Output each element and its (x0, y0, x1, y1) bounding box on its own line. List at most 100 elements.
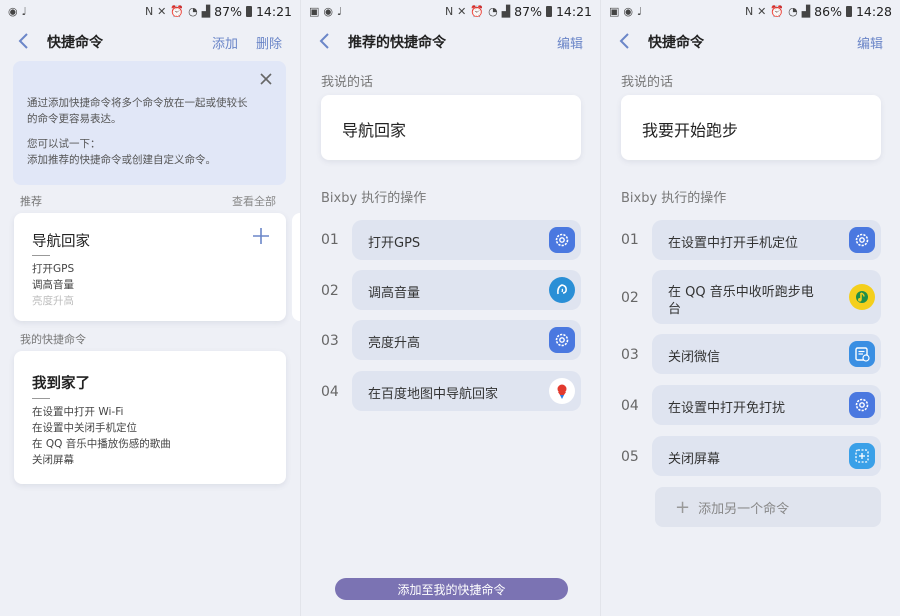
action-item[interactable]: 在设置中打开免打扰 (652, 385, 881, 425)
status-notification-icons: ◉ ♩ (8, 5, 27, 18)
bixby-actions-label: Bixby 执行的操作 (321, 191, 427, 206)
battery-icon (545, 5, 552, 17)
action-number: 01 (321, 232, 339, 248)
card-line: 在 QQ 音乐中播放伤感的歌曲 (32, 438, 171, 450)
recommended-shortcut-card[interactable]: 导航回家 打开GPS 调高音量 亮度升高 (14, 213, 286, 321)
mute-icon: ✕ (157, 4, 167, 18)
bixby-icon (549, 277, 575, 303)
status-bar: ▣ ◉ ♩ N ✕ ⏰ ◔ ▟ 87% 14:21 (301, 0, 600, 22)
app-bar: 快捷命令 编辑 (601, 26, 900, 56)
see-all-link[interactable]: 查看全部 (232, 193, 276, 209)
action-text: 调高音量 (368, 286, 421, 301)
action-text: 关闭微信 (668, 350, 721, 365)
next-card-peek (292, 213, 300, 321)
action-number: 04 (621, 398, 639, 414)
action-number: 04 (321, 384, 339, 400)
info-text-line3: 您可以试一下： (27, 138, 101, 150)
gallery-icon: ▣ (609, 4, 620, 18)
say-phrase-card[interactable]: 导航回家 (321, 95, 581, 160)
battery-icon (245, 5, 252, 17)
mic-icon: ♩ (21, 4, 27, 18)
my-shortcut-card[interactable]: 我到家了 在设置中打开 Wi-Fi 在设置中关闭手机定位 在 QQ 音乐中播放伤… (14, 351, 286, 484)
delete-button[interactable]: 删除 (256, 33, 282, 52)
clock: 14:21 (555, 3, 592, 19)
nfc-icon: N (744, 4, 754, 18)
nfc-icon: N (144, 4, 154, 18)
clock: 14:21 (255, 3, 292, 19)
app-bar: 快捷命令 添加 删除 (0, 26, 300, 56)
action-text-continued: 台 (668, 302, 682, 317)
info-text-line4: 添加推荐的快捷命令或创建自定义命令。 (27, 154, 216, 166)
signal-icon: ▟ (801, 4, 811, 18)
action-text: 在设置中打开免打扰 (668, 401, 786, 416)
action-number: 03 (321, 333, 339, 349)
alarm-icon: ⏰ (170, 4, 185, 18)
say-label: 我说的话 (321, 75, 374, 90)
card-title: 导航回家 (32, 234, 90, 250)
back-arrow-icon[interactable] (315, 28, 335, 54)
action-number: 02 (621, 290, 639, 306)
status-bar: ▣ ◉ ♩ N ✕ ⏰ ◔ ▟ 86% 14:28 (601, 0, 900, 22)
action-text: 在设置中打开手机定位 (668, 236, 799, 251)
action-text: 打开GPS (368, 236, 421, 251)
card-divider (32, 255, 50, 256)
action-item[interactable]: 在设置中打开手机定位 (652, 220, 881, 260)
gallery-icon: ▣ (309, 4, 320, 18)
notification-icon: ◉ (323, 4, 334, 18)
plus-icon: + (675, 496, 691, 518)
status-bar: ◉ ♩ N ✕ ⏰ ◔ ▟ 87% 14:21 (0, 0, 300, 22)
plus-icon[interactable] (252, 227, 270, 245)
add-another-command-label: 添加另一个命令 (698, 501, 790, 517)
card-line: 打开GPS (32, 263, 75, 275)
mute-icon: ✕ (457, 4, 467, 18)
action-item[interactable]: 在百度地图中导航回家 (352, 371, 581, 411)
action-item[interactable]: 关闭屏幕 (652, 436, 881, 476)
card-line: 在设置中打开 Wi-Fi (32, 406, 124, 418)
battery-percent: 87% (514, 3, 542, 19)
card-line: 调高音量 (32, 279, 74, 291)
edit-button[interactable]: 编辑 (857, 33, 883, 52)
edit-button[interactable]: 编辑 (557, 33, 583, 52)
page-title: 快捷命令 (47, 35, 103, 51)
add-button[interactable]: 添加 (212, 33, 238, 52)
add-another-command-button[interactable]: + 添加另一个命令 (655, 487, 881, 527)
settings-icon (849, 392, 875, 418)
info-text-line2: 的命令更容易表达。 (27, 113, 122, 125)
nfc-icon: N (444, 4, 454, 18)
action-number: 01 (621, 232, 639, 248)
info-card: 通过添加快捷命令将多个命令放在一起或使较长 的命令更容易表达。 您可以试一下： … (13, 61, 286, 185)
notification-icon: ◉ (623, 4, 634, 18)
screen-off-icon (849, 443, 875, 469)
action-number: 03 (621, 347, 639, 363)
action-text: 在 QQ 音乐中收听跑步电 (668, 285, 814, 300)
action-item[interactable]: 调高音量 (352, 270, 581, 310)
add-to-my-shortcuts-button[interactable]: 添加至我的快捷命令 (335, 578, 568, 600)
page-title: 推荐的快捷命令 (348, 35, 446, 51)
page-title: 快捷命令 (648, 35, 704, 51)
bixby-actions-label: Bixby 执行的操作 (621, 191, 727, 206)
say-phrase-card[interactable]: 我要开始跑步 (621, 95, 881, 160)
recommend-section-label: 推荐 (20, 195, 42, 208)
app-bar: 推荐的快捷命令 编辑 (301, 26, 600, 56)
back-arrow-icon[interactable] (615, 28, 635, 54)
signal-icon: ▟ (501, 4, 511, 18)
shortcut-list-screen: ◉ ♩ N ✕ ⏰ ◔ ▟ 87% 14:21 快捷命令 添加 删除 通过添加快捷… (0, 0, 300, 616)
baidu-map-icon (549, 378, 575, 404)
notification-icon: ◉ (8, 4, 18, 18)
action-item[interactable]: 在 QQ 音乐中收听跑步电 台 (652, 270, 881, 324)
close-icon[interactable] (258, 71, 274, 87)
info-text-line1: 通过添加快捷命令将多个命令放在一起或使较长 (27, 97, 248, 109)
action-item[interactable]: 打开GPS (352, 220, 581, 260)
action-number: 05 (621, 449, 639, 465)
action-item[interactable]: 亮度升高 (352, 320, 581, 360)
action-item[interactable]: 关闭微信 (652, 334, 881, 374)
back-arrow-icon[interactable] (14, 28, 34, 54)
card-line: 亮度升高 (32, 295, 74, 307)
battery-icon (845, 5, 852, 17)
settings-icon (549, 327, 575, 353)
alarm-icon: ⏰ (470, 4, 485, 18)
card-line: 关闭屏幕 (32, 454, 74, 466)
card-title: 我到家了 (32, 376, 90, 392)
wifi-icon: ◔ (188, 4, 198, 18)
action-number: 02 (321, 283, 339, 299)
